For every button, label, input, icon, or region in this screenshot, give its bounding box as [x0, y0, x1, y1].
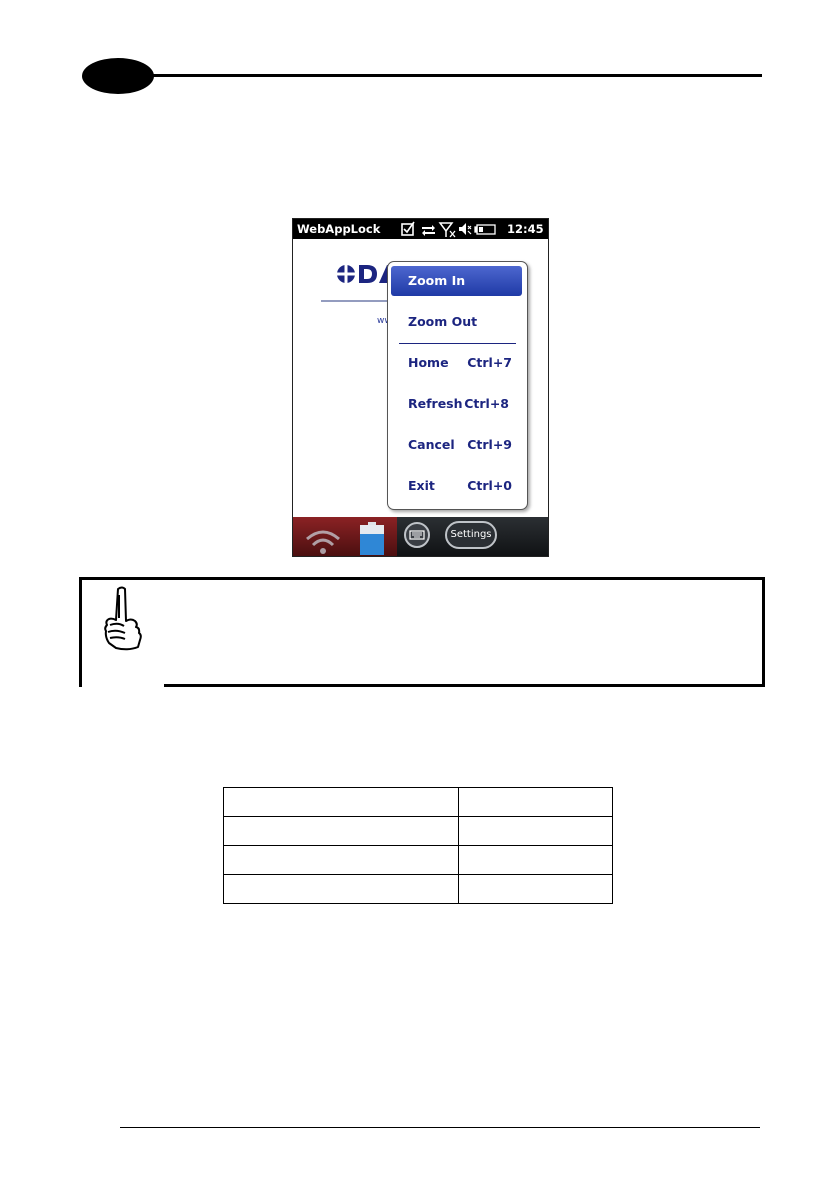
menu-item-shortcut: Ctrl+7: [467, 355, 512, 370]
no-signal-icon: [438, 222, 456, 238]
status-time: 12:45: [507, 222, 544, 236]
table-cell: [223, 816, 459, 846]
table-row: [223, 787, 613, 817]
battery-large-icon: [360, 522, 384, 555]
table-cell: [223, 874, 459, 904]
menu-item-shortcut: Ctrl+9: [467, 437, 512, 452]
table-row: [223, 845, 613, 875]
table-cell: [458, 816, 613, 846]
status-icons: [401, 221, 496, 238]
footer-rule: [120, 1127, 760, 1128]
menu-item-label: Cancel: [408, 437, 455, 452]
table-cell: [458, 874, 613, 904]
menu-item-label: Zoom Out: [408, 314, 478, 329]
menu-item-home[interactable]: Home Ctrl+7: [391, 348, 522, 378]
header-rule: [150, 74, 762, 77]
menu-separator: [399, 343, 516, 344]
menu-item-label: Zoom In: [408, 273, 466, 288]
pointing-hand-icon: [104, 586, 142, 651]
data-table: [223, 787, 613, 904]
menu-item-refresh[interactable]: Refresh Ctrl+8: [391, 389, 522, 419]
battery-icon: [474, 224, 496, 235]
table-cell: [223, 787, 459, 817]
sync-arrows-icon: [422, 225, 435, 236]
menu-item-shortcut: Ctrl+8: [464, 396, 509, 411]
menu-item-zoom-in[interactable]: Zoom In: [391, 266, 522, 296]
menu-item-cancel[interactable]: Cancel Ctrl+9: [391, 430, 522, 460]
checkbox-icon: [401, 221, 415, 236]
note-box: [79, 577, 765, 687]
settings-button[interactable]: Settings: [445, 521, 497, 549]
table-cell: [458, 787, 613, 817]
note-box-gap: [82, 679, 164, 687]
app-title: WebAppLock: [297, 222, 381, 236]
menu-item-label: Refresh: [408, 396, 463, 411]
logo-tagline: [321, 300, 391, 302]
brand-logo: [337, 265, 392, 283]
table-cell: [458, 845, 613, 875]
table-row: [223, 874, 613, 904]
table-cell: [223, 845, 459, 875]
taskbar-status-tile[interactable]: [293, 517, 397, 556]
taskbar: Settings: [293, 517, 548, 556]
menu-item-exit[interactable]: Exit Ctrl+0: [391, 471, 522, 501]
menu-item-shortcut: Ctrl+0: [467, 478, 512, 493]
keyboard-button[interactable]: [404, 522, 430, 548]
wifi-icon: [306, 530, 340, 554]
device-screenshot: WebAppLock 12:45 ww Zoom In Zoom Out Hom…: [292, 218, 549, 557]
chapter-tab: [82, 58, 154, 94]
menu-item-zoom-out[interactable]: Zoom Out: [391, 307, 522, 337]
speaker-muted-icon: [459, 223, 472, 235]
menu-item-label: Home: [408, 355, 449, 370]
keyboard-icon: [409, 530, 425, 540]
menu-item-label: Exit: [408, 478, 435, 493]
context-menu: Zoom In Zoom Out Home Ctrl+7 Refresh Ctr…: [387, 261, 528, 510]
table-row: [223, 816, 613, 846]
status-bar: WebAppLock 12:45: [293, 219, 548, 239]
